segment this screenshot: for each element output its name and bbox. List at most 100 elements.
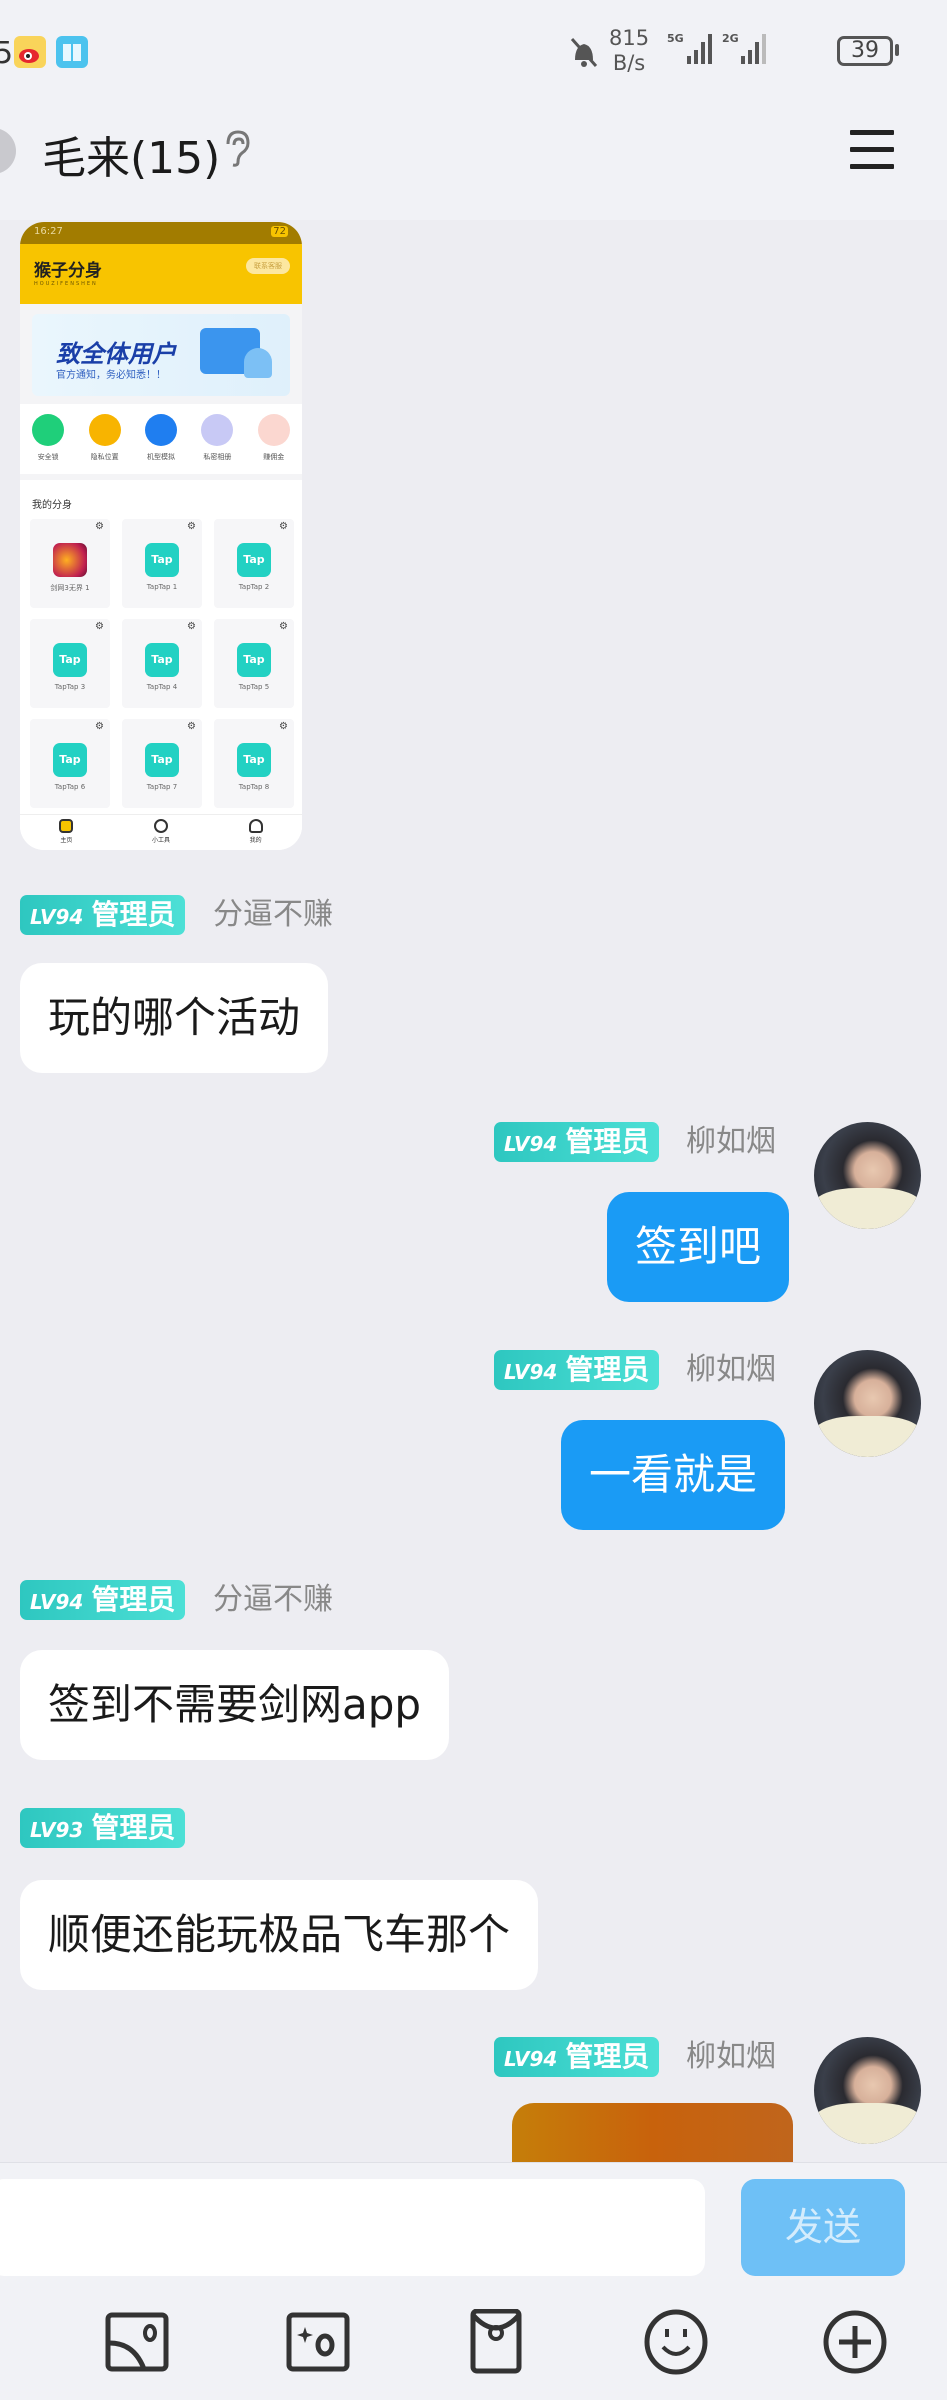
quick-action-label: 私密相册: [203, 453, 232, 461]
battery-level: 39: [851, 38, 879, 63]
status-bar: 5 815 B/s 5G 2G 39: [0, 0, 947, 95]
nav-home: 主页: [59, 819, 74, 850]
level-badge: LV94 管理员: [494, 1350, 660, 1390]
image-message-bubble[interactable]: [512, 2103, 793, 2163]
gear-icon: ⚙: [279, 621, 288, 632]
plus-circle-icon[interactable]: [822, 2309, 888, 2375]
sender-nickname[interactable]: 分逼不赚: [213, 1580, 333, 1620]
send-button[interactable]: 发送: [741, 2179, 905, 2276]
banner-title: 致全体用户: [56, 340, 176, 368]
coupon-icon: [257, 414, 290, 446]
avatar[interactable]: [814, 1122, 921, 1229]
bell-icon: [244, 348, 272, 378]
nav-label: 小工具: [151, 837, 170, 844]
phone-icon: [144, 414, 177, 446]
app-name: 猴子分身: [34, 261, 102, 281]
taptap-app-icon: Tap: [53, 643, 87, 677]
gear-icon: ⚙: [187, 521, 196, 532]
taptap-app-icon: Tap: [237, 743, 271, 777]
gear-icon: ⚙: [187, 721, 196, 732]
album-icon: [201, 414, 234, 446]
net-speed: 815 B/s: [609, 26, 649, 76]
taptap-app-icon: Tap: [237, 643, 271, 677]
level-text: LV94: [504, 1132, 558, 1156]
game-app-icon: [53, 543, 87, 577]
message-bubble[interactable]: 玩的哪个活动: [20, 963, 329, 1073]
message-bubble[interactable]: 签到不需要剑网app: [20, 1650, 450, 1760]
sender-nickname[interactable]: 柳如烟: [686, 2037, 776, 2077]
user-icon: [248, 819, 263, 833]
clone-app-label: TapTap 4: [146, 683, 178, 691]
clone-app-cell: ⚙ 剑网3无界 1: [30, 519, 110, 608]
role-text: 管理员: [565, 1125, 650, 1158]
level-text: LV94: [30, 1590, 84, 1614]
clone-app-cell: ⚙ Tap TapTap 4: [122, 619, 202, 708]
clone-app-label: TapTap 2: [238, 583, 270, 591]
clone-app-label: TapTap 3: [54, 683, 86, 691]
message-bubble[interactable]: 顺便还能玩极品飞车那个: [20, 1880, 539, 1990]
shared-image-bottom-nav: 主页 小工具 我的: [20, 814, 302, 850]
quick-action-label: 机型模拟: [146, 453, 175, 461]
gear-icon: ⚙: [187, 621, 196, 632]
lock-icon: [32, 414, 65, 446]
signal-5g-icon: [679, 32, 713, 70]
banner-subtitle: 官方通知，务必知悉！！: [56, 370, 166, 381]
shared-image-message[interactable]: 16:27 72 猴子分身 HOUZIFENSHEN 联系客服 致全体用户 官方通…: [20, 222, 302, 850]
taptap-app-icon: Tap: [237, 543, 271, 577]
nav-label: 主页: [60, 837, 73, 844]
avatar[interactable]: [814, 1350, 921, 1457]
weibo-icon: [14, 36, 46, 68]
hamburger-menu-icon[interactable]: [850, 130, 894, 170]
gear-icon: ⚙: [279, 721, 288, 732]
quick-action-label: 赚佣金: [263, 453, 285, 461]
net-speed-unit: B/s: [612, 51, 646, 75]
role-text: 管理员: [565, 1353, 650, 1386]
clone-app-cell: ⚙ Tap TapTap 8: [214, 719, 294, 808]
sender-nickname[interactable]: 分逼不赚: [213, 895, 333, 935]
location-icon: [88, 414, 121, 446]
quick-action: 机型模拟: [136, 414, 186, 474]
home-icon: [59, 819, 74, 833]
sender-nickname[interactable]: 柳如烟: [686, 1350, 776, 1390]
clone-app-label: TapTap 1: [146, 583, 178, 591]
clone-app-cell: ⚙ Tap TapTap 2: [214, 519, 294, 608]
section-title: 我的分身: [32, 500, 72, 511]
sender-nickname[interactable]: 柳如烟: [686, 1122, 776, 1162]
image-icon[interactable]: [104, 2309, 170, 2375]
message-bubble[interactable]: 签到吧: [607, 1192, 790, 1302]
emoji-icon[interactable]: [643, 2309, 709, 2375]
clone-app-label: TapTap 5: [238, 683, 270, 691]
taptap-app-icon: Tap: [145, 543, 179, 577]
chat-title[interactable]: 毛来(15): [42, 122, 220, 186]
taptap-app-icon: Tap: [145, 643, 179, 677]
ear-icon[interactable]: [222, 128, 252, 177]
level-text: LV94: [504, 2047, 558, 2071]
clone-app-cell: ⚙ Tap TapTap 3: [30, 619, 110, 708]
quick-action: 赚佣金: [249, 414, 299, 474]
status-bar-clipped-digit: 5: [0, 36, 14, 71]
red-packet-icon[interactable]: [463, 2308, 529, 2375]
level-text: LV94: [30, 905, 84, 929]
app-grid: ⚙ 剑网3无界 1 ⚙ Tap TapTap 1 ⚙ Tap TapTap 2 ⚙ Tap TapT…: [20, 519, 302, 808]
message-input[interactable]: [0, 2179, 705, 2276]
quick-action: 安全锁: [23, 414, 73, 474]
nav-me: 我的: [248, 819, 263, 850]
my-clones-section: 我的分身 ⚙ 剑网3无界 1 ⚙ Tap TapTap 1 ⚙ Tap TapTap 2 ⚙ Ta…: [20, 480, 302, 850]
level-badge: LV94 管理员: [494, 2037, 660, 2077]
camera-icon[interactable]: [285, 2309, 351, 2375]
app-name-pinyin: HOUZIFENSHEN: [34, 281, 98, 287]
message-bubble[interactable]: 一看就是: [561, 1420, 786, 1530]
gear-icon: ⚙: [95, 521, 104, 532]
quick-action-label: 隐私位置: [90, 453, 119, 461]
clone-app-cell: ⚙ Tap TapTap 5: [214, 619, 294, 708]
role-text: 管理员: [91, 1811, 176, 1844]
avatar[interactable]: [814, 2037, 921, 2144]
role-text: 管理员: [91, 898, 176, 931]
level-text: LV94: [504, 1360, 558, 1384]
nav-tools: 小工具: [152, 819, 170, 850]
clone-app-label: 剑网3无界 1: [50, 584, 90, 592]
level-badge: LV93 管理员: [20, 1808, 186, 1848]
battery-tip: [895, 44, 899, 56]
clone-app-label: TapTap 7: [146, 783, 178, 791]
notice-banner: 致全体用户 官方通知，务必知悉！！: [32, 314, 290, 396]
